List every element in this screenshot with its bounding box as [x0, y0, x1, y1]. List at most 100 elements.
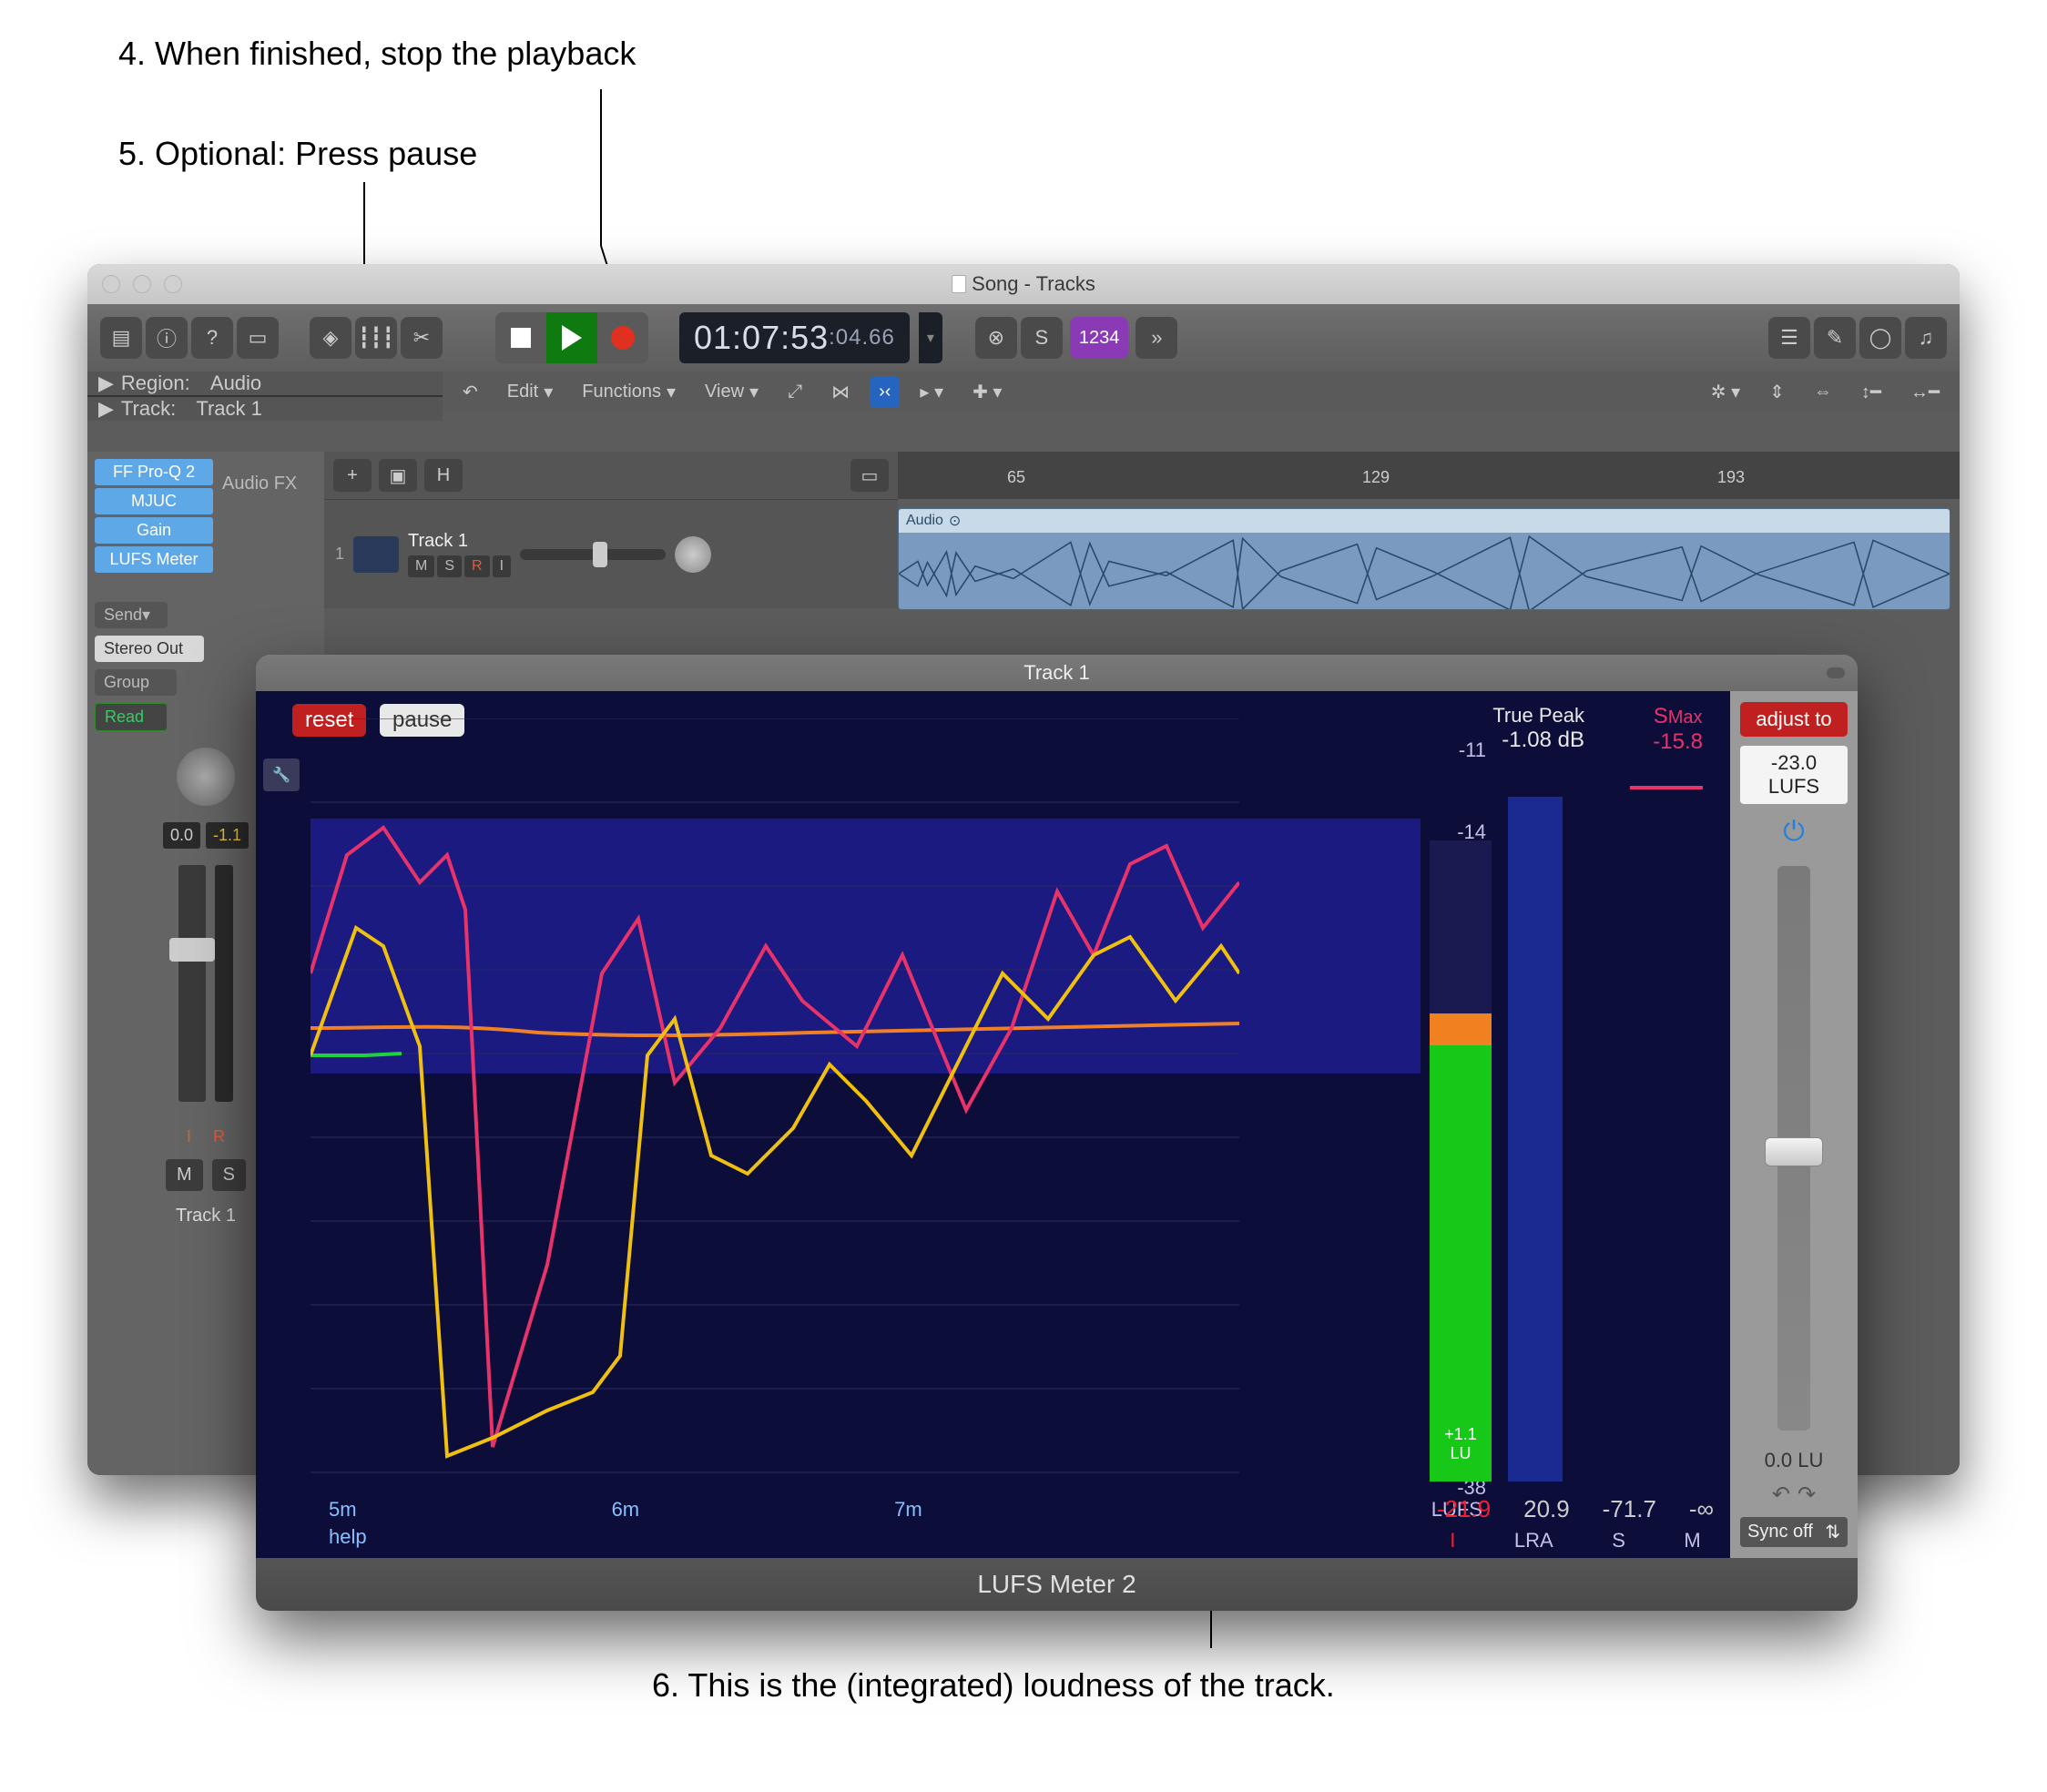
duplicate-track-icon[interactable]: ▣	[379, 459, 417, 492]
back-icon[interactable]: ↶	[453, 377, 487, 407]
hide-button[interactable]: H	[424, 459, 463, 492]
browser-icon[interactable]: ♫	[1905, 317, 1947, 359]
notes-icon[interactable]: ✎	[1814, 317, 1856, 359]
gain-slider[interactable]	[1777, 866, 1810, 1431]
track-row[interactable]: 1 Track 1 M S R I	[324, 499, 898, 608]
timeline-ruler[interactable]: 65 129 193	[898, 452, 1960, 499]
audio-region[interactable]: Audio⊙	[898, 508, 1950, 610]
solo-button[interactable]: S	[212, 1159, 246, 1191]
pan-knob[interactable]	[177, 748, 235, 806]
track-type-icon	[353, 536, 399, 573]
replace-icon[interactable]: ⊗	[975, 317, 1017, 359]
time-display-menu[interactable]: ▾	[919, 312, 942, 363]
adjust-to-button[interactable]: adjust to	[1740, 702, 1848, 737]
traffic-close[interactable]	[102, 275, 120, 293]
annotation-step-6: 6. This is the (integrated) loudness of …	[652, 1666, 1335, 1705]
waveform	[899, 533, 1950, 610]
track-header[interactable]: ▶Track: Track 1	[87, 396, 443, 421]
track-input[interactable]: I	[493, 555, 511, 577]
plugin-slot[interactable]: Gain	[95, 517, 213, 544]
vzoom-icon[interactable]: ⇕	[1760, 377, 1794, 407]
plugin-titlebar[interactable]: Track 1	[256, 655, 1858, 691]
undo-icon[interactable]: ↶	[1772, 1481, 1790, 1508]
automation-icon[interactable]: ⤢	[779, 378, 811, 406]
track-volume-slider[interactable]	[520, 549, 666, 560]
plugin-slot[interactable]: FF Pro-Q 2	[95, 459, 213, 485]
loudness-curves	[311, 718, 1239, 1474]
settings-icon[interactable]: 🔧	[263, 759, 300, 791]
readout-values: -21.9 20.9 -71.7 -∞	[1421, 1495, 1730, 1523]
power-icon[interactable]: ⏻	[1783, 817, 1805, 848]
help-icon[interactable]: ?	[191, 317, 233, 359]
pointer-tool-icon[interactable]: ▸ ▾	[911, 377, 952, 407]
plugin-name-footer: LUFS Meter 2	[256, 1558, 1858, 1611]
view-menu[interactable]: View ▾	[696, 377, 768, 407]
zoom-h-icon[interactable]: ↔━	[1901, 377, 1949, 407]
smart-controls-icon[interactable]: ◈	[310, 317, 351, 359]
solo-icon[interactable]: S	[1021, 317, 1063, 359]
track-pan-knob[interactable]	[675, 536, 711, 573]
window-titlebar: Song - Tracks	[87, 264, 1960, 304]
flex-icon[interactable]: ⋈	[822, 377, 859, 407]
edit-menu[interactable]: Edit ▾	[498, 377, 563, 407]
record-button[interactable]	[597, 312, 648, 363]
level-value: -1.1	[206, 822, 249, 849]
send-slot[interactable]: Send ▾	[95, 602, 168, 628]
pan-value: 0.0	[163, 822, 200, 849]
sync-select[interactable]: Sync off⇅	[1740, 1517, 1848, 1547]
readout-labels: I LRA S M	[1421, 1529, 1730, 1553]
add-track-button[interactable]: +	[333, 459, 372, 492]
list-icon[interactable]: ☰	[1768, 317, 1810, 359]
x-axis: 5m 6m 7m	[329, 1498, 922, 1522]
track-solo[interactable]: S	[437, 555, 462, 577]
catch-icon[interactable]: ›‹	[870, 376, 900, 408]
redo-icon[interactable]: ↷	[1797, 1481, 1816, 1508]
global-tracks-icon[interactable]: ▭	[850, 459, 889, 492]
audiofx-label: Audio FX	[222, 473, 297, 565]
loudness-graph: reset pause 🔧	[256, 691, 1730, 1558]
toolbar-icon[interactable]: ▭	[237, 317, 279, 359]
group-slot[interactable]: Group	[95, 669, 177, 696]
play-button[interactable]	[546, 312, 597, 363]
functions-menu[interactable]: Functions ▾	[573, 377, 685, 407]
tempo-display[interactable]: 1234	[1070, 317, 1129, 359]
hzoom-icon[interactable]: ⇔	[1805, 378, 1841, 406]
lufs-meter-window: Track 1 reset pause 🔧	[256, 655, 1858, 1611]
settings-icon[interactable]: ✲ ▾	[1702, 377, 1749, 407]
zoom-v-icon[interactable]: ↕━	[1852, 377, 1890, 407]
more-icon[interactable]: »	[1136, 317, 1177, 359]
track-rec[interactable]: R	[464, 555, 490, 577]
track-mute[interactable]: M	[408, 555, 434, 577]
adjust-target-value[interactable]: -23.0 LUFS	[1740, 746, 1848, 804]
automation-mode[interactable]: Read	[95, 703, 168, 731]
traffic-minimize[interactable]	[133, 275, 151, 293]
mute-button[interactable]: M	[166, 1159, 203, 1191]
rec-indicator: R	[213, 1127, 225, 1146]
traffic-zoom[interactable]	[164, 275, 182, 293]
inspector-icon[interactable]: ⓘ	[146, 317, 188, 359]
main-toolbar: ▤ ⓘ ? ▭ ◈ ┇┇┇ ✂ 01:07:53:04.66 ▾ ⊗ S 123…	[87, 304, 1960, 372]
region-header[interactable]: ▶Region: Audio	[87, 372, 443, 396]
adjust-panel: adjust to -23.0 LUFS ⏻ 0.0 LU ↶ ↷ Sync o…	[1730, 691, 1858, 1558]
arrange-toolbar: ↶ Edit ▾ Functions ▾ View ▾ ⤢ ⋈ ›‹ ▸ ▾ ✚…	[443, 372, 1960, 412]
scissors-icon[interactable]: ✂	[401, 317, 443, 359]
plugin-bypass-indicator[interactable]	[1827, 667, 1845, 678]
volume-fader[interactable]	[178, 865, 206, 1102]
loops-icon[interactable]: ◯	[1859, 317, 1901, 359]
marquee-tool-icon[interactable]: ✚ ▾	[963, 377, 1011, 407]
true-peak-readout: True Peak -1.08 dB	[1492, 704, 1584, 753]
input-indicator: I	[187, 1127, 191, 1146]
window-title: Song - Tracks	[952, 272, 1095, 296]
level-meter	[215, 865, 233, 1102]
output-slot[interactable]: Stereo Out	[95, 636, 204, 662]
time-display[interactable]: 01:07:53:04.66	[679, 312, 910, 363]
mixer-icon[interactable]: ┇┇┇	[355, 317, 397, 359]
annotation-step-4: 4. When finished, stop the playback	[118, 35, 636, 73]
help-link[interactable]: help	[329, 1525, 367, 1549]
gain-readout: 0.0 LU	[1765, 1449, 1824, 1472]
library-icon[interactable]: ▤	[100, 317, 142, 359]
plugin-slot[interactable]: LUFS Meter	[95, 546, 213, 573]
annotation-step-5: 5. Optional: Press pause	[118, 135, 477, 173]
stop-button[interactable]	[495, 312, 546, 363]
plugin-slot[interactable]: MJUC	[95, 488, 213, 514]
